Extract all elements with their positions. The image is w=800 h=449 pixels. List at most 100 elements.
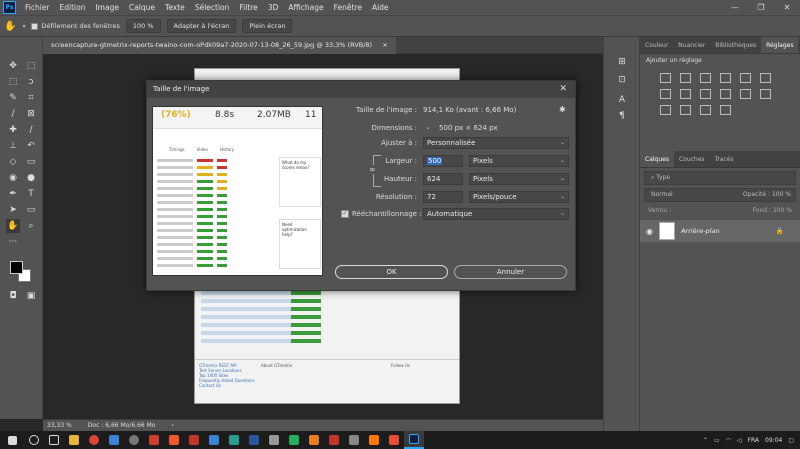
windows-start-icon[interactable] [0, 431, 24, 449]
zoom-100-button[interactable]: 100 % [125, 19, 161, 33]
file-explorer-icon[interactable] [64, 431, 84, 449]
menu-image[interactable]: Image [90, 3, 124, 12]
layer-row[interactable]: ◉ Arrière-plan 🔒 [640, 220, 800, 242]
minimize-icon[interactable]: — [722, 3, 748, 12]
crop-tool-icon[interactable]: ⌗ [24, 91, 38, 105]
type-tool-icon[interactable]: T [24, 187, 38, 201]
opacity-value[interactable]: 100 % [772, 191, 791, 198]
eyedropper-tool-icon[interactable]: ∕ [6, 107, 20, 121]
healing-brush-tool-icon[interactable]: ✚ [6, 123, 20, 137]
zoom-level[interactable]: 33,33 % [47, 422, 72, 429]
posterize-icon[interactable] [660, 105, 671, 115]
app-icon[interactable] [204, 431, 224, 449]
quick-selection-tool-icon[interactable]: ✎ [6, 91, 20, 105]
brightness-icon[interactable] [660, 73, 671, 83]
artboard-tool-icon[interactable]: ⬚ [24, 59, 38, 73]
blend-mode-select[interactable]: Normal [651, 189, 673, 201]
resample-checkbox[interactable]: ✓ [341, 210, 349, 218]
app-icon[interactable] [144, 431, 164, 449]
width-unit-select[interactable]: Pixels ⌄ [469, 155, 569, 167]
resolution-input[interactable]: 72 [423, 191, 463, 203]
app-icon[interactable] [324, 431, 344, 449]
app-icon[interactable] [104, 431, 124, 449]
hue-saturation-icon[interactable] [760, 73, 771, 83]
full-screen-button[interactable]: Plein écran [242, 19, 293, 33]
app-icon[interactable] [304, 431, 324, 449]
app-icon[interactable] [124, 431, 144, 449]
foreground-color-swatch[interactable] [10, 261, 23, 274]
menu-3d[interactable]: 3D [263, 3, 284, 12]
task-view-icon[interactable] [44, 431, 64, 449]
resample-select[interactable]: Automatique ⌄ [423, 208, 569, 220]
layer-filter-input[interactable]: ⌕ Type [644, 171, 796, 185]
word-icon[interactable] [244, 431, 264, 449]
photo-filter-icon[interactable] [700, 89, 711, 99]
menu-edition[interactable]: Edition [55, 3, 91, 12]
illustrator-icon[interactable] [364, 431, 384, 449]
ok-button[interactable]: OK [335, 265, 448, 279]
frame-tool-icon[interactable]: ⊠ [24, 107, 38, 121]
dialog-close-icon[interactable]: ✕ [559, 81, 567, 98]
brush-tool-icon[interactable]: ∕ [24, 123, 38, 137]
paragraph-panel-icon[interactable]: ¶ [615, 109, 629, 123]
tab-traces[interactable]: Tracés [710, 151, 739, 167]
blur-tool-icon[interactable]: ◉ [6, 171, 20, 185]
notifications-icon[interactable]: ▢ [788, 437, 794, 444]
app-icon[interactable] [264, 431, 284, 449]
clock[interactable]: 09:04 [765, 437, 782, 444]
dodge-tool-icon[interactable]: ● [24, 171, 38, 185]
quick-mask-icon[interactable]: ◘ [6, 289, 20, 303]
fit-to-select[interactable]: Personnalisée ⌄ [423, 137, 569, 149]
menu-fichier[interactable]: Fichier [20, 3, 55, 12]
visibility-eye-icon[interactable]: ◉ [646, 227, 653, 236]
move-tool-icon[interactable]: ✥ [6, 59, 20, 73]
pen-tool-icon[interactable]: ✒ [6, 187, 20, 201]
height-unit-select[interactable]: Pixels ⌄ [469, 173, 569, 185]
volume-icon[interactable]: ◁ [737, 437, 742, 444]
hand-tool-icon[interactable]: ✋ [6, 219, 20, 233]
selective-color-icon[interactable] [700, 105, 711, 115]
menu-selection[interactable]: Sélection [190, 3, 235, 12]
search-icon[interactable] [24, 431, 44, 449]
more-tools-icon[interactable]: ··· [6, 235, 20, 249]
constrain-proportions-link-icon[interactable]: ∞ [369, 165, 376, 174]
tool-preset-arrow[interactable]: ▾ [22, 23, 25, 30]
app-icon[interactable] [224, 431, 244, 449]
app-icon[interactable] [184, 431, 204, 449]
screen-mode-icon[interactable]: ▣ [24, 289, 38, 303]
app-icon[interactable] [344, 431, 364, 449]
tab-couches[interactable]: Couches [674, 151, 710, 167]
photoshop-taskbar-icon[interactable] [404, 431, 424, 449]
rectangle-tool-icon[interactable]: ▭ [24, 203, 38, 217]
chrome-icon[interactable] [84, 431, 104, 449]
invert-icon[interactable] [760, 89, 771, 99]
menu-calque[interactable]: Calque [124, 3, 160, 12]
tab-couleur[interactable]: Couleur [640, 37, 673, 53]
close-tab-icon[interactable]: × [382, 41, 387, 49]
image-preview[interactable]: (76%) 8.8s 2.07MB 11 Timings Video Histo… [152, 106, 323, 276]
resolution-unit-select[interactable]: Pixels/pouce ⌄ [469, 191, 569, 203]
close-window-icon[interactable]: ✕ [774, 3, 800, 12]
status-arrow-icon[interactable]: › [171, 422, 173, 429]
network-icon[interactable]: ▭ [714, 437, 720, 444]
black-white-icon[interactable] [680, 89, 691, 99]
wifi-icon[interactable]: ◠ [726, 437, 731, 444]
channel-mixer-icon[interactable] [720, 89, 731, 99]
menu-affichage[interactable]: Affichage [283, 3, 328, 12]
lasso-tool-icon[interactable]: ↄ [24, 75, 38, 89]
fill-value[interactable]: 100 % [773, 207, 792, 214]
character-panel-icon[interactable]: A [615, 93, 629, 107]
gradient-tool-icon[interactable]: ▭ [24, 155, 38, 169]
document-tab[interactable]: screencapture-gtmetrix-reports-twaino-co… [43, 37, 396, 54]
vibrance-icon[interactable] [740, 73, 751, 83]
tab-nuancier[interactable]: Nuancier [673, 37, 710, 53]
curves-icon[interactable] [700, 73, 711, 83]
dimensions-toggle-icon[interactable]: ⌄ [425, 123, 431, 131]
height-input[interactable]: 624 [423, 173, 463, 185]
scroll-all-windows-checkbox[interactable]: Défilement des fenêtres [31, 22, 120, 30]
tab-calques[interactable]: Calques [640, 151, 674, 167]
path-selection-tool-icon[interactable]: ➤ [6, 203, 20, 217]
chevron-up-icon[interactable]: ⌃ [703, 437, 708, 444]
gear-icon[interactable]: ✱ [559, 105, 566, 114]
history-panel-icon[interactable]: ⊞ [615, 55, 629, 69]
